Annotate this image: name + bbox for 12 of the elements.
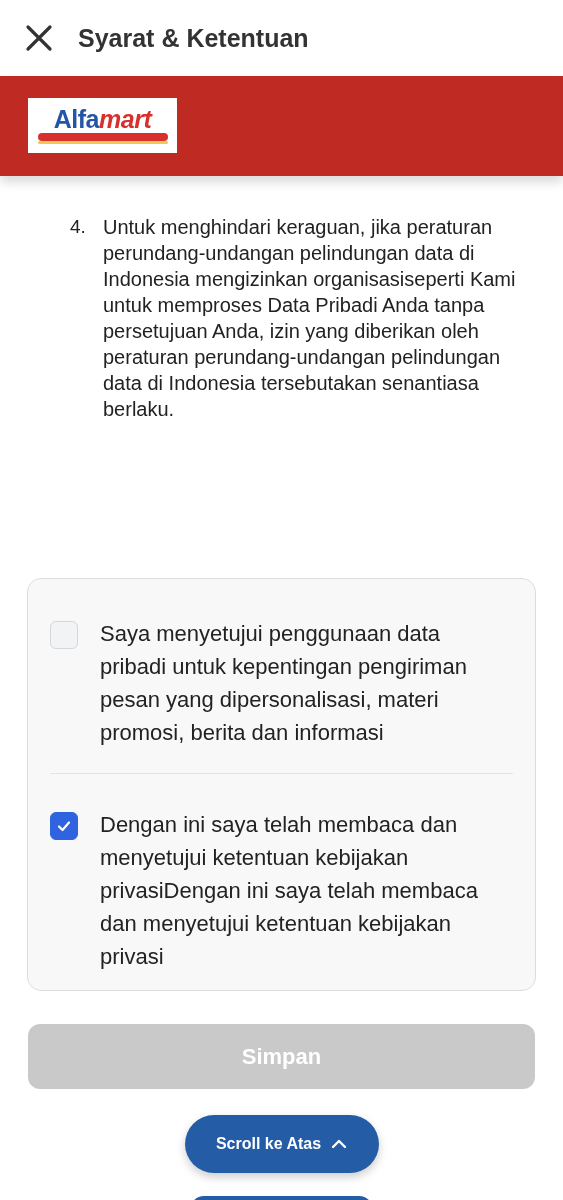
- page-title: Syarat & Ketentuan: [78, 23, 309, 53]
- scroll-top-button[interactable]: Scroll ke Atas: [184, 1115, 379, 1173]
- chevron-up-icon: [331, 1139, 348, 1149]
- close-icon: [24, 23, 54, 53]
- close-button[interactable]: [24, 23, 54, 53]
- store-logo: Alfamart: [28, 98, 177, 153]
- checkbox[interactable]: [50, 812, 78, 840]
- term-paragraph: Untuk menghindari keraguan, jika peraturan perundang-undangan pelindungan data di Indonesia mengizinkan organisasiseperti Kami untuk memproses Data Pribadi Anda tanpa persetujuan Anda, izin yang diberikan oleh peraturan perundang-undangan pelindungan data di Indonesia tersebutakan senantiasa berlaku.: [103, 215, 517, 422]
- consent-label: Dengan ini saya telah membaca dan menyetujui ketentuan kebijakan privasiDengan ini saya telah membaca dan menyetujui ketentuan kebijakan privasi: [100, 811, 479, 971]
- consent-label: Saya menyetujui penggunaan data pribadi untuk kepentingan pengiriman pesan yang dipersonalisasi, materi promosi, berita dan informasi: [100, 620, 468, 747]
- list-number: 4.: [70, 215, 87, 239]
- check-icon: [56, 818, 72, 834]
